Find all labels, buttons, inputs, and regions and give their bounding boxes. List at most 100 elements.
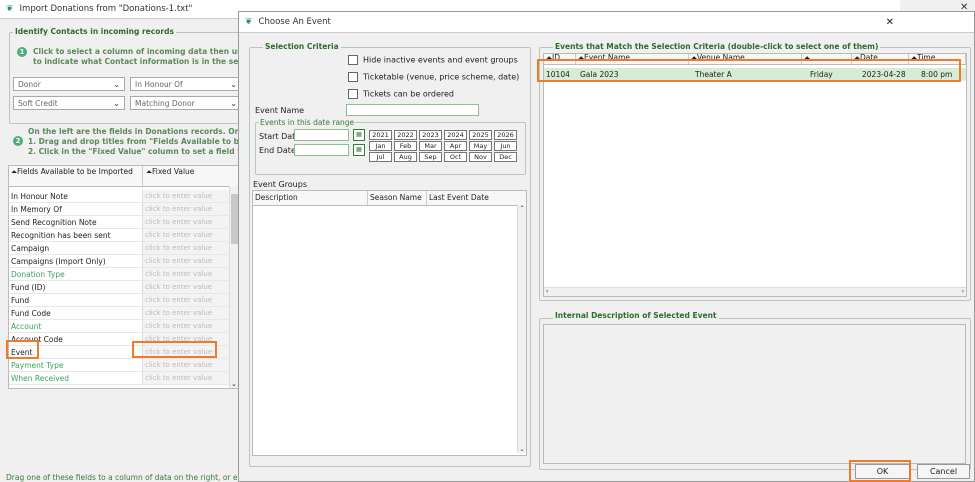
matching-donor-dropdown[interactable]: Matching Donor ⌄: [130, 96, 242, 110]
month-button-mar[interactable]: Mar: [419, 141, 442, 151]
month-button-sep[interactable]: Sep: [419, 152, 442, 162]
field-name[interactable]: Campaigns (Import Only): [9, 255, 143, 267]
calendar-icon[interactable]: ▦: [353, 144, 365, 156]
start-date-input[interactable]: [294, 129, 349, 141]
month-button-oct[interactable]: Oct: [444, 152, 467, 162]
fixed-value-cell[interactable]: click to enter value: [143, 307, 239, 319]
field-name[interactable]: Fund: [9, 294, 143, 306]
month-button-dec[interactable]: Dec: [494, 152, 517, 162]
col-description[interactable]: Description: [253, 191, 368, 205]
matches-hscrollbar[interactable]: ‹ ›: [544, 287, 966, 296]
chevron-left-icon[interactable]: ‹: [546, 288, 548, 295]
field-name[interactable]: Fund (ID): [9, 281, 143, 293]
year-button-2025[interactable]: 2025: [469, 130, 492, 140]
checkbox-box[interactable]: [348, 72, 358, 82]
table-row[interactable]: Send Recognition Note click to enter valu…: [9, 216, 239, 229]
field-name[interactable]: Recognition has been sent: [9, 229, 143, 241]
year-button-2023[interactable]: 2023: [419, 130, 442, 140]
month-button-aug[interactable]: Aug: [394, 152, 417, 162]
checkbox-box[interactable]: [348, 89, 358, 99]
donor-dropdown[interactable]: Donor ⌄: [13, 77, 125, 91]
col-season-name[interactable]: Season Name: [368, 191, 427, 205]
event-name-label: Event Name: [255, 106, 305, 115]
table-row[interactable]: Recognition has been sent click to enter …: [9, 229, 239, 242]
field-name[interactable]: In Honour Note: [9, 190, 143, 202]
col-fields-available[interactable]: ⏶Fields Available to be Imported: [9, 166, 143, 186]
table-row[interactable]: In Honour Note click to enter value: [9, 190, 239, 203]
month-button-jul[interactable]: Jul: [369, 152, 392, 162]
scroll-thumb[interactable]: [231, 194, 238, 244]
fixed-value-cell[interactable]: click to enter value: [143, 281, 239, 293]
year-button-2022[interactable]: 2022: [394, 130, 417, 140]
tickets-ordered-checkbox[interactable]: Tickets can be ordered: [348, 89, 454, 99]
year-button-2021[interactable]: 2021: [369, 130, 392, 140]
calendar-icon[interactable]: ▦: [353, 129, 365, 141]
table-row[interactable]: In Memory Of click to enter value: [9, 203, 239, 216]
field-name[interactable]: Fund Code: [9, 307, 143, 319]
fixed-value-cell[interactable]: click to enter value: [143, 229, 239, 241]
fixed-value-cell[interactable]: click to enter value: [143, 268, 239, 280]
step-1-badge: 1: [17, 47, 27, 57]
table-row[interactable]: Donation Type click to enter value: [9, 268, 239, 281]
month-button-may[interactable]: May: [469, 141, 492, 151]
table-row[interactable]: Campaign click to enter value: [9, 242, 239, 255]
tickets-ordered-label: Tickets can be ordered: [363, 89, 454, 99]
ticketable-checkbox[interactable]: Ticketable (venue, price scheme, date): [348, 72, 519, 82]
chevron-up-icon[interactable]: ⌃: [518, 205, 526, 212]
field-name[interactable]: Donation Type: [9, 268, 143, 280]
fixed-value-cell[interactable]: click to enter value: [143, 294, 239, 306]
fixed-value-cell[interactable]: click to enter value: [143, 216, 239, 228]
col-fixed-value[interactable]: ⏶Fixed Value: [143, 166, 239, 186]
chevron-right-icon[interactable]: ›: [962, 288, 964, 295]
month-button-nov[interactable]: Nov: [469, 152, 492, 162]
hide-inactive-checkbox[interactable]: Hide inactive events and event groups: [348, 55, 518, 65]
fixed-value-cell[interactable]: click to enter value: [143, 203, 239, 215]
month-button-jan[interactable]: Jan: [369, 141, 392, 151]
chevron-down-icon[interactable]: ⌄: [231, 380, 237, 388]
month-button-apr[interactable]: Apr: [444, 141, 467, 151]
chevron-down-icon[interactable]: ⌄: [518, 446, 526, 453]
in-honour-dropdown[interactable]: In Honour Of ⌄: [130, 77, 242, 91]
event-groups-scrollbar[interactable]: ⌃ ⌄: [517, 205, 526, 453]
field-name[interactable]: Campaign: [9, 242, 143, 254]
fixed-value-cell[interactable]: click to enter value: [143, 190, 239, 202]
checkbox-box[interactable]: [348, 55, 358, 65]
hide-inactive-label: Hide inactive events and event groups: [363, 55, 518, 65]
event-field-highlight: [6, 340, 39, 359]
year-button-2026[interactable]: 2026: [494, 130, 517, 140]
fixed-value-cell[interactable]: click to enter value: [143, 320, 239, 332]
match-row-highlight: [537, 59, 961, 82]
event-value-highlight: [132, 341, 217, 358]
field-name[interactable]: Send Recognition Note: [9, 216, 143, 228]
year-button-2024[interactable]: 2024: [444, 130, 467, 140]
choose-event-dialog: ❦ Choose An Event ✕ Selection Criteria H…: [238, 11, 975, 482]
table-row[interactable]: When Received click to enter value: [9, 372, 239, 385]
fields-grid-header: ⏶Fields Available to be Imported ⏶Fixed …: [9, 166, 239, 187]
month-button-feb[interactable]: Feb: [394, 141, 417, 151]
internal-desc-heading: Internal Description of Selected Event: [553, 311, 719, 320]
field-name[interactable]: Account: [9, 320, 143, 332]
table-row[interactable]: Campaigns (Import Only) click to enter va…: [9, 255, 239, 268]
fixed-value-cell[interactable]: click to enter value: [143, 242, 239, 254]
soft-credit-dropdown[interactable]: Soft Credit ⌄: [13, 96, 125, 110]
month-buttons-row-2: Jul Aug Sep Oct Nov Dec: [369, 152, 517, 162]
table-row[interactable]: Fund click to enter value: [9, 294, 239, 307]
table-row[interactable]: Fund (ID) click to enter value: [9, 281, 239, 294]
table-row[interactable]: Account click to enter value: [9, 320, 239, 333]
fixed-value-cell[interactable]: click to enter value: [143, 255, 239, 267]
soft-credit-dropdown-value: Soft Credit: [18, 98, 58, 108]
field-name[interactable]: Payment Type: [9, 359, 143, 371]
table-row[interactable]: Payment Type click to enter value: [9, 359, 239, 372]
fixed-value-cell[interactable]: click to enter value: [143, 359, 239, 371]
dialog-close-button[interactable]: ✕: [886, 17, 894, 28]
end-date-input[interactable]: [294, 144, 349, 156]
end-date-label: End Date: [259, 146, 296, 155]
field-name[interactable]: When Received: [9, 372, 143, 384]
cancel-button[interactable]: Cancel: [917, 464, 970, 479]
field-name[interactable]: In Memory Of: [9, 203, 143, 215]
table-row[interactable]: Fund Code click to enter value: [9, 307, 239, 320]
month-button-jun[interactable]: Jun: [494, 141, 517, 151]
col-last-event-date[interactable]: Last Event Date: [427, 191, 526, 205]
fixed-value-cell[interactable]: click to enter value: [143, 372, 239, 384]
event-name-input[interactable]: [346, 104, 479, 116]
